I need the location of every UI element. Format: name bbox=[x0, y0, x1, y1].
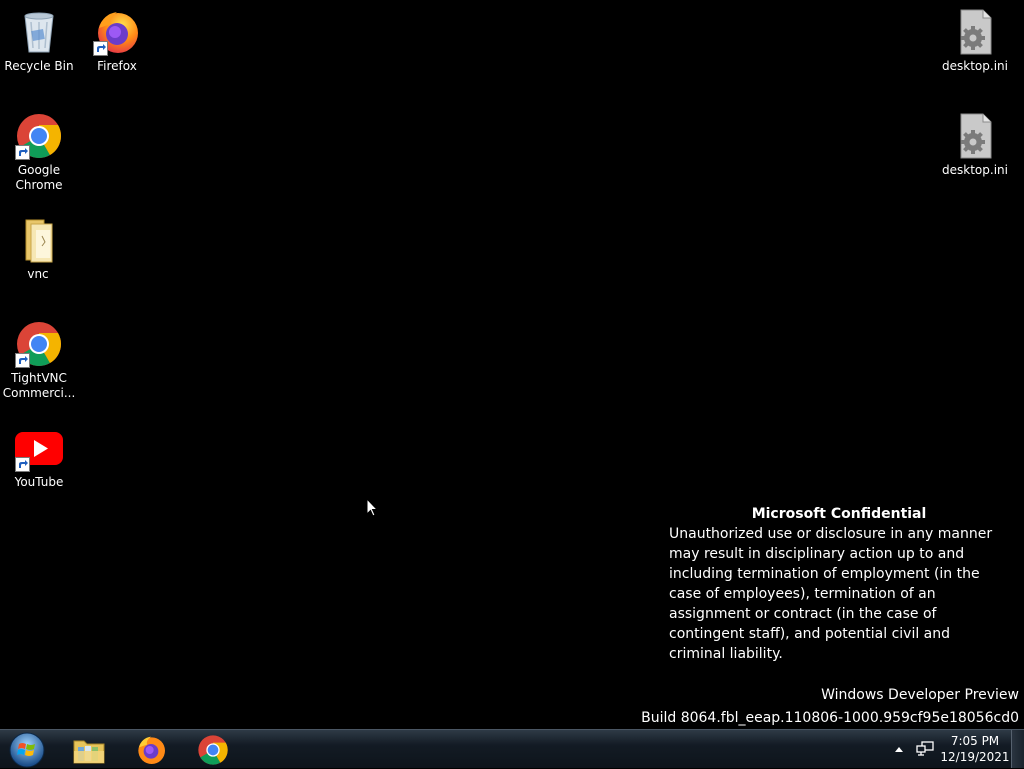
desktop[interactable]: Recycle Bin Firefox Google Chrome vnc Ti… bbox=[0, 0, 1024, 729]
desktop-icon-firefox[interactable]: Firefox bbox=[79, 8, 155, 74]
desktop-icon-vnc-folder[interactable]: vnc bbox=[0, 216, 76, 282]
build-string: Build 8064.fbl_eeap.110806-1000.959cf95e… bbox=[641, 710, 1019, 726]
taskbar-chrome-button[interactable] bbox=[185, 732, 241, 767]
shortcut-arrow-icon bbox=[15, 145, 30, 160]
windows-logo-icon bbox=[9, 732, 45, 767]
show-hidden-icons-chevron-icon[interactable] bbox=[888, 738, 910, 760]
desktop-icon-google-chrome[interactable]: Google Chrome bbox=[1, 112, 77, 193]
clock-date: 12/19/2021 bbox=[940, 750, 1010, 764]
chrome-icon bbox=[198, 734, 228, 765]
desktop-icon-label: Google Chrome bbox=[15, 163, 63, 192]
desktop-icon-label: desktop.ini bbox=[942, 59, 1008, 73]
desktop-icon-label: Firefox bbox=[97, 59, 137, 73]
desktop-icon-youtube[interactable]: YouTube bbox=[1, 424, 77, 490]
youtube-icon bbox=[15, 424, 63, 472]
desktop-icon-recycle-bin[interactable]: Recycle Bin bbox=[1, 8, 77, 74]
system-tray: 7:05 PM 12/19/2021 bbox=[888, 730, 1010, 768]
desktop-icon-desktop-ini[interactable]: desktop.ini bbox=[937, 8, 1013, 74]
build-info: Windows Developer Preview Build 8064.fbl… bbox=[641, 684, 1019, 730]
start-button[interactable] bbox=[0, 732, 54, 767]
chrome-icon bbox=[15, 112, 63, 160]
confidential-body: Unauthorized use or disclosure in any ma… bbox=[669, 526, 993, 662]
folder-icon bbox=[14, 216, 62, 264]
desktop-icon-label: desktop.ini bbox=[942, 163, 1008, 177]
shortcut-arrow-icon bbox=[15, 457, 30, 472]
confidential-title: Microsoft Confidential bbox=[751, 506, 927, 522]
firefox-icon bbox=[93, 8, 141, 56]
network-icon[interactable] bbox=[914, 738, 936, 760]
show-desktop-button[interactable] bbox=[1011, 730, 1024, 768]
product-name: Windows Developer Preview bbox=[821, 687, 1019, 703]
chrome-icon bbox=[15, 320, 63, 368]
desktop-icon-label: Recycle Bin bbox=[4, 59, 74, 73]
settings-file-icon bbox=[951, 8, 999, 56]
taskbar-file-explorer-button[interactable] bbox=[61, 732, 117, 767]
desktop-icon-label: TightVNC Commerci... bbox=[2, 371, 76, 400]
settings-file-icon bbox=[951, 112, 999, 160]
taskbar: 7:05 PM 12/19/2021 bbox=[0, 729, 1024, 768]
taskbar-firefox-button[interactable] bbox=[123, 732, 179, 767]
desktop-icon-label: YouTube bbox=[14, 475, 64, 489]
clock-time: 7:05 PM bbox=[950, 734, 1000, 748]
mouse-cursor-icon bbox=[366, 497, 379, 522]
folder-library-icon bbox=[73, 740, 105, 763]
confidential-notice: Microsoft Confidential Unauthorized use … bbox=[669, 504, 1009, 664]
clock[interactable]: 7:05 PM 12/19/2021 bbox=[940, 733, 1010, 765]
desktop-icon-label: vnc bbox=[27, 267, 49, 281]
desktop-icon-desktop-ini[interactable]: desktop.ini bbox=[937, 112, 1013, 178]
desktop-icon-tightvnc[interactable]: TightVNC Commerci... bbox=[1, 320, 77, 401]
shortcut-arrow-icon bbox=[93, 41, 108, 56]
recycle-bin-icon bbox=[15, 8, 63, 56]
firefox-icon bbox=[138, 736, 165, 764]
shortcut-arrow-icon bbox=[15, 353, 30, 368]
